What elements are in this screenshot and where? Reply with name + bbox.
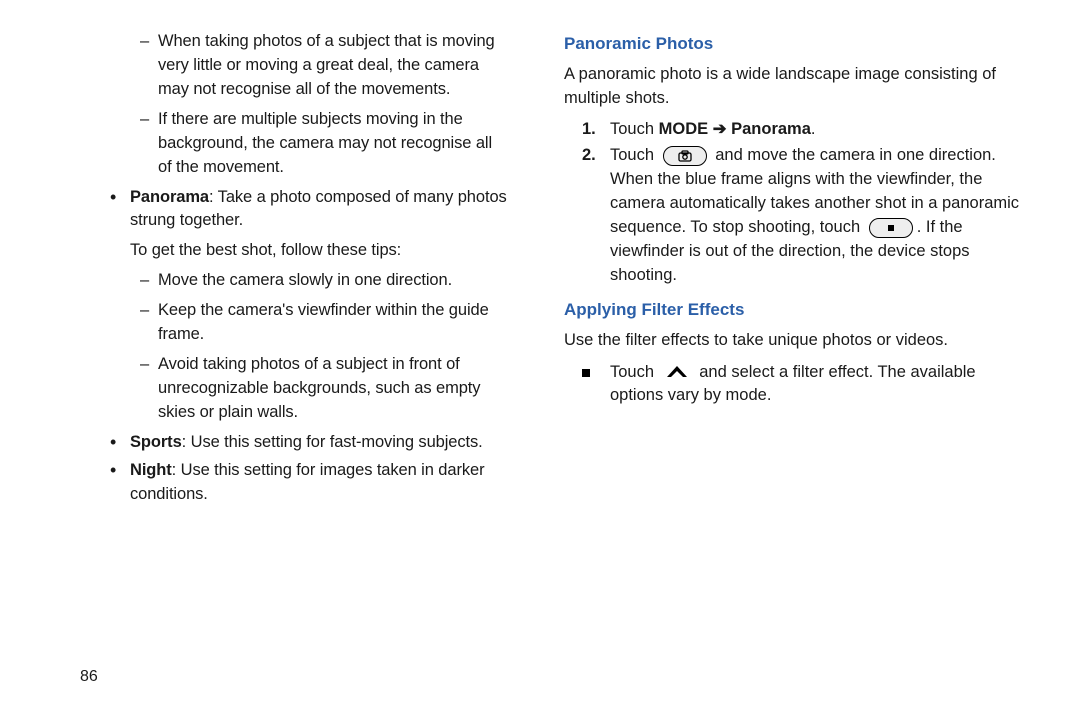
heading-filter: Applying Filter Effects — [564, 298, 1020, 323]
bullet-text: Sports: Use this setting for fast-moving… — [130, 431, 483, 455]
step2-text-a: Touch — [610, 146, 659, 164]
page-number: 86 — [80, 668, 98, 686]
left-column: – When taking photos of a subject that i… — [30, 30, 540, 680]
tip-text: Avoid taking photos of a subject in fron… — [158, 353, 510, 425]
camera-button-icon — [663, 146, 707, 166]
sub-bullet: – If there are multiple subjects moving … — [140, 108, 510, 180]
step1-text-a: Touch — [610, 120, 659, 138]
panoramic-paragraph: A panoramic photo is a wide landscape im… — [564, 63, 1020, 111]
filter-bullet-body: Touch and select a filter effect. The av… — [610, 361, 1020, 409]
step1-mode: MODE ➔ Panorama — [659, 120, 811, 138]
dash-marker: – — [140, 353, 158, 425]
filter-paragraph: Use the filter effects to take unique ph… — [564, 329, 1020, 353]
bullet-marker: • — [110, 431, 130, 455]
bullet-sports: • Sports: Use this setting for fast-movi… — [110, 431, 510, 455]
tip-text: Keep the camera's viewfinder within the … — [158, 299, 510, 347]
night-desc: : Use this setting for images taken in d… — [130, 461, 484, 503]
step1-text-c: . — [811, 120, 816, 138]
bullet-text: Panorama: Take a photo composed of many … — [130, 186, 510, 234]
bullet-panorama: • Panorama: Take a photo composed of man… — [110, 186, 510, 234]
sub-bullet-text: If there are multiple subjects moving in… — [158, 108, 510, 180]
sub-bullet-text: When taking photos of a subject that is … — [158, 30, 510, 102]
bullet-text: Night: Use this setting for images taken… — [130, 459, 510, 507]
tip-item: – Avoid taking photos of a subject in fr… — [140, 353, 510, 425]
tip-item: – Move the camera slowly in one directio… — [140, 269, 510, 293]
tip-item: – Keep the camera's viewfinder within th… — [140, 299, 510, 347]
right-column: Panoramic Photos A panoramic photo is a … — [540, 30, 1050, 680]
sub-bullet: – When taking photos of a subject that i… — [140, 30, 510, 102]
step-body: Touch MODE ➔ Panorama. — [610, 118, 1020, 142]
step-number: 2. — [582, 144, 610, 288]
tip-text: Move the camera slowly in one direction. — [158, 269, 452, 293]
filter-text-a: Touch — [610, 363, 659, 381]
panorama-label: Panorama — [130, 188, 209, 206]
sports-desc: : Use this setting for fast-moving subje… — [182, 433, 483, 451]
step-body: Touch and move the camera in one directi… — [610, 144, 1020, 288]
filter-bullet: Touch and select a filter effect. The av… — [582, 361, 1020, 409]
night-label: Night — [130, 461, 172, 479]
square-marker — [582, 361, 610, 409]
step-1: 1. Touch MODE ➔ Panorama. — [582, 118, 1020, 142]
stop-button-icon — [869, 218, 913, 238]
dash-marker: – — [140, 108, 158, 180]
tips-intro: To get the best shot, follow these tips: — [130, 239, 510, 263]
dash-marker: – — [140, 269, 158, 293]
bullet-night: • Night: Use this setting for images tak… — [110, 459, 510, 507]
step-number: 1. — [582, 118, 610, 142]
step-2: 2. Touch and move the camera in one dire… — [582, 144, 1020, 288]
sports-label: Sports — [130, 433, 182, 451]
dash-marker: – — [140, 30, 158, 102]
heading-panoramic: Panoramic Photos — [564, 32, 1020, 57]
bullet-marker: • — [110, 186, 130, 234]
dash-marker: – — [140, 299, 158, 347]
manual-page: – When taking photos of a subject that i… — [0, 0, 1080, 720]
bullet-marker: • — [110, 459, 130, 507]
chevron-up-icon — [663, 362, 691, 382]
